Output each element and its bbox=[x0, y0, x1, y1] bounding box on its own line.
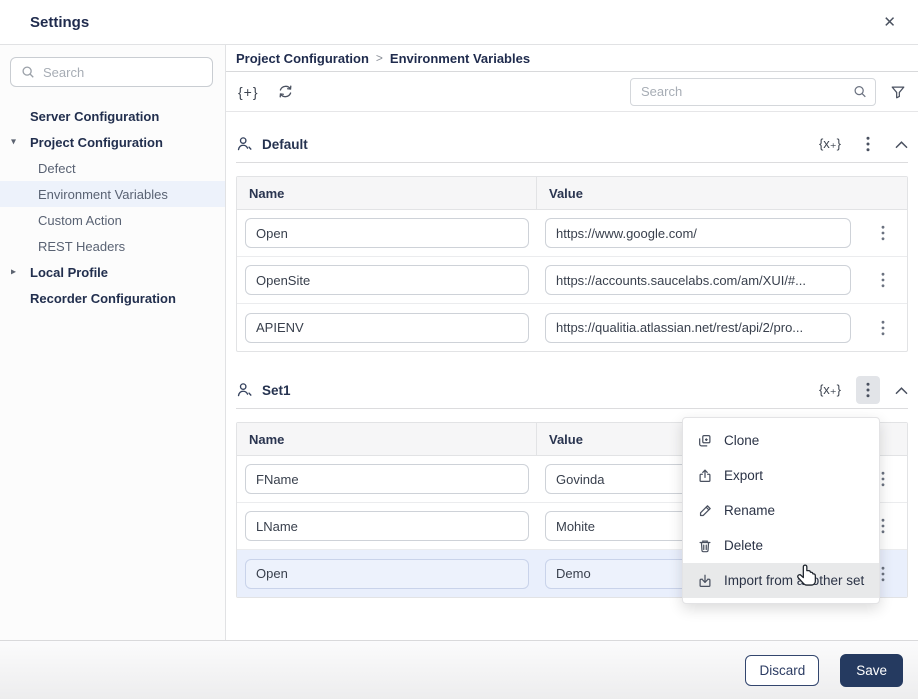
variables-search[interactable] bbox=[630, 78, 876, 106]
sidebar-item-environment-variables[interactable]: Environment Variables bbox=[0, 181, 225, 207]
search-icon bbox=[853, 84, 867, 99]
section-kebab-icon-active[interactable] bbox=[856, 376, 880, 404]
variable-set-icon bbox=[236, 381, 254, 399]
menu-item-clone[interactable]: Clone bbox=[683, 423, 879, 458]
default-variables-table: Name Value bbox=[236, 176, 908, 352]
table-header: Name Value bbox=[237, 177, 907, 210]
menu-item-export[interactable]: Export bbox=[683, 458, 879, 493]
row-kebab-icon[interactable] bbox=[877, 268, 889, 292]
variable-name-input[interactable] bbox=[245, 218, 529, 248]
menu-item-label: Clone bbox=[724, 433, 759, 448]
breadcrumb: Project Configuration > Environment Vari… bbox=[226, 45, 918, 72]
section-header-set1: Set1 {x₊} bbox=[236, 372, 908, 409]
sidebar-search-input[interactable] bbox=[43, 65, 202, 80]
column-header-actions bbox=[859, 177, 907, 209]
row-kebab-icon[interactable] bbox=[877, 221, 889, 245]
breadcrumb-separator: > bbox=[376, 51, 383, 65]
discard-button[interactable]: Discard bbox=[745, 655, 819, 686]
menu-item-label: Export bbox=[724, 468, 763, 483]
menu-item-label: Import from another set bbox=[724, 573, 864, 588]
dialog-body: Server Configuration ▾ Project Configurat… bbox=[0, 45, 918, 640]
sidebar-item-rest-headers[interactable]: REST Headers bbox=[0, 233, 225, 259]
row-kebab-icon[interactable] bbox=[877, 316, 889, 340]
dialog-title: Settings bbox=[30, 14, 89, 31]
rename-icon bbox=[697, 503, 713, 519]
sidebar-item-project-configuration[interactable]: ▾ Project Configuration bbox=[0, 129, 225, 155]
chevron-down-icon: ▾ bbox=[11, 137, 16, 148]
dialog-footer: Discard Save bbox=[0, 640, 918, 699]
sidebar-item-label: Server Configuration bbox=[30, 109, 159, 124]
variable-value-input[interactable] bbox=[545, 265, 851, 295]
main-panel: Project Configuration > Environment Vari… bbox=[226, 45, 918, 640]
breadcrumb-current: Environment Variables bbox=[390, 51, 530, 66]
section-title: Set1 bbox=[262, 383, 291, 398]
variables-search-input[interactable] bbox=[641, 84, 853, 99]
delete-icon bbox=[697, 538, 713, 554]
variable-name-input[interactable] bbox=[245, 559, 529, 589]
sidebar-item-label: Project Configuration bbox=[30, 135, 163, 150]
add-variable-set-button[interactable]: {+} bbox=[238, 84, 259, 100]
sidebar-item-label: REST Headers bbox=[38, 239, 125, 254]
variable-name-input[interactable] bbox=[245, 464, 529, 494]
import-icon bbox=[697, 573, 713, 589]
column-header-value: Value bbox=[537, 177, 859, 209]
section-actions: {x₊} bbox=[819, 130, 908, 158]
clone-icon bbox=[697, 433, 713, 449]
refresh-icon[interactable] bbox=[277, 83, 294, 100]
add-variable-button[interactable]: {x₊} bbox=[819, 382, 841, 398]
variable-name-input[interactable] bbox=[245, 265, 529, 295]
set-context-menu: Clone Export Rename Delete Import from a… bbox=[682, 417, 880, 604]
sidebar-item-label: Custom Action bbox=[38, 213, 122, 228]
chevron-right-icon: ▸ bbox=[11, 267, 16, 278]
menu-item-delete[interactable]: Delete bbox=[683, 528, 879, 563]
filter-icon[interactable] bbox=[890, 84, 906, 100]
sidebar-search[interactable] bbox=[10, 57, 213, 87]
menu-item-label: Delete bbox=[724, 538, 763, 553]
section-actions: {x₊} bbox=[819, 376, 908, 404]
variable-value-input[interactable] bbox=[545, 218, 851, 248]
variable-name-input[interactable] bbox=[245, 313, 529, 343]
section-header-default: Default {x₊} bbox=[236, 126, 908, 163]
variable-set-icon bbox=[236, 135, 254, 153]
export-icon bbox=[697, 468, 713, 484]
section-kebab-icon[interactable] bbox=[856, 130, 880, 158]
section-title: Default bbox=[262, 137, 308, 152]
settings-dialog: Settings ✕ Server Configuration ▾ Project… bbox=[0, 0, 918, 699]
sidebar-item-recorder-configuration[interactable]: Recorder Configuration bbox=[0, 285, 225, 311]
collapse-chevron-icon[interactable] bbox=[895, 386, 908, 395]
table-row bbox=[237, 304, 907, 351]
close-icon[interactable]: ✕ bbox=[879, 11, 900, 34]
column-header-name: Name bbox=[237, 423, 537, 455]
sidebar-item-defect[interactable]: Defect bbox=[0, 155, 225, 181]
sidebar-item-label: Environment Variables bbox=[38, 187, 168, 202]
table-row bbox=[237, 257, 907, 304]
dialog-header: Settings ✕ bbox=[0, 0, 918, 45]
menu-item-import-from-another-set[interactable]: Import from another set bbox=[683, 563, 879, 598]
sidebar-item-label: Local Profile bbox=[30, 265, 108, 280]
settings-sidebar: Server Configuration ▾ Project Configurat… bbox=[0, 45, 226, 640]
sidebar-item-label: Recorder Configuration bbox=[30, 291, 176, 306]
column-header-name: Name bbox=[237, 177, 537, 209]
breadcrumb-parent[interactable]: Project Configuration bbox=[236, 51, 369, 66]
save-button[interactable]: Save bbox=[840, 654, 903, 687]
search-icon bbox=[21, 65, 35, 79]
variable-value-input[interactable] bbox=[545, 313, 851, 343]
settings-nav: Server Configuration ▾ Project Configurat… bbox=[0, 103, 225, 311]
menu-item-rename[interactable]: Rename bbox=[683, 493, 879, 528]
toolbar: {+} bbox=[226, 72, 918, 112]
sidebar-item-server-configuration[interactable]: Server Configuration bbox=[0, 103, 225, 129]
variable-name-input[interactable] bbox=[245, 511, 529, 541]
table-row bbox=[237, 210, 907, 257]
collapse-chevron-icon[interactable] bbox=[895, 140, 908, 149]
sidebar-item-label: Defect bbox=[38, 161, 76, 176]
sidebar-item-local-profile[interactable]: ▸ Local Profile bbox=[0, 259, 225, 285]
menu-item-label: Rename bbox=[724, 503, 775, 518]
add-variable-button[interactable]: {x₊} bbox=[819, 136, 841, 152]
sidebar-item-custom-action[interactable]: Custom Action bbox=[0, 207, 225, 233]
